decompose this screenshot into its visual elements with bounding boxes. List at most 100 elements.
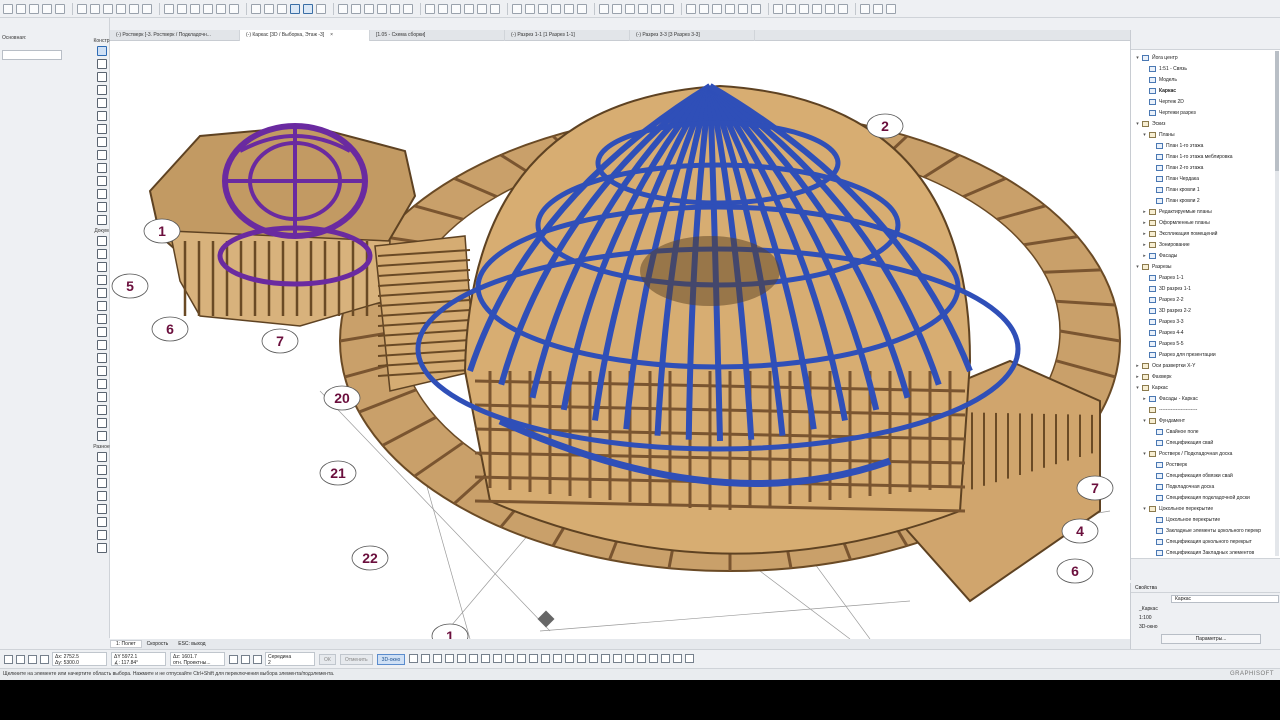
tool-icon[interactable] <box>96 478 107 488</box>
navigator-item[interactable]: Разрез 4-4 <box>1131 327 1280 338</box>
toolbar-button-icon[interactable] <box>786 3 796 14</box>
navigator-item[interactable]: Чертежи разрез <box>1131 107 1280 118</box>
fly-mode-tab[interactable]: 1: Полет <box>110 640 142 648</box>
tool-icon[interactable] <box>96 418 107 428</box>
navigator-item[interactable]: ▸ Фасады - Каркас <box>1131 393 1280 404</box>
navigator-item[interactable]: Разрез 1-1 <box>1131 272 1280 283</box>
navigator-item[interactable]: Цокольное перекрытие <box>1131 514 1280 525</box>
tool-icon[interactable] <box>96 98 107 108</box>
view-option-icon[interactable] <box>481 653 491 663</box>
tool-icon[interactable] <box>96 366 107 376</box>
navigator-item[interactable]: Разрез для презентации <box>1131 349 1280 360</box>
3d-viewport[interactable]: 1 2 4 5 6 6 7 7 20 21 22 1 <box>110 41 1130 639</box>
toolbar-button-icon[interactable] <box>290 3 300 14</box>
tool-icon[interactable] <box>96 236 107 246</box>
toolbar-button-icon[interactable] <box>564 3 574 14</box>
toolbar-button-icon[interactable] <box>264 3 274 14</box>
navigator-item[interactable]: Спецификация Закладных элементов <box>1131 547 1280 558</box>
toolbar-button-icon[interactable] <box>403 3 413 14</box>
expand-toggle-icon[interactable]: ▸ <box>1135 363 1140 369</box>
view-option-icon[interactable] <box>601 653 611 663</box>
cancel-button[interactable]: Отменить <box>339 653 373 665</box>
tool-icon[interactable] <box>96 72 107 82</box>
speed-control[interactable]: Скорость <box>142 641 174 647</box>
navigator-item[interactable]: ▸ Зонирование <box>1131 239 1280 250</box>
view-option-icon[interactable] <box>589 653 599 663</box>
navigator-item[interactable]: ▾ Ростверк / Подкладочная доска <box>1131 448 1280 459</box>
tool-icon[interactable] <box>96 517 107 527</box>
properties-name-field[interactable]: Каркас <box>1171 595 1279 603</box>
check-icon[interactable] <box>241 654 250 664</box>
tool-icon[interactable] <box>96 465 107 475</box>
tab-section-3-3[interactable]: (-) Разрез 3-3 [3 Разрез 3-3] <box>630 30 755 41</box>
toolbar-button-icon[interactable] <box>886 3 896 14</box>
tool-icon[interactable] <box>96 431 107 441</box>
arrow-tool-icon[interactable] <box>96 46 107 56</box>
expand-toggle-icon[interactable]: ▾ <box>1135 264 1140 270</box>
navigator-item[interactable]: План Чердака <box>1131 173 1280 184</box>
navigator-item[interactable]: Разрез 2-2 <box>1131 294 1280 305</box>
toolbar-button-icon[interactable] <box>551 3 561 14</box>
toolbar-button-icon[interactable] <box>16 3 26 14</box>
toolbar-button-icon[interactable] <box>512 3 522 14</box>
tool-icon[interactable] <box>96 452 107 462</box>
expand-toggle-icon[interactable]: ▸ <box>1142 396 1147 402</box>
tool-icon[interactable] <box>96 340 107 350</box>
view-option-icon[interactable] <box>613 653 623 663</box>
toolbar-button-icon[interactable] <box>351 3 361 14</box>
3d-window-button[interactable]: 3D-окно <box>376 653 406 665</box>
toolbar-button-icon[interactable] <box>438 3 448 14</box>
toolbar-button-icon[interactable] <box>77 3 87 14</box>
snap-icon[interactable] <box>229 654 238 664</box>
navigator-item[interactable]: 3D разрез 1-1 <box>1131 283 1280 294</box>
delta-z-field[interactable]: Δz: 1601.7 отн. Проектны... <box>170 652 225 666</box>
toolbar-button-icon[interactable] <box>216 3 226 14</box>
view-option-icon[interactable] <box>577 653 587 663</box>
expand-toggle-icon[interactable]: ▾ <box>1135 55 1140 61</box>
navigator-item[interactable]: ▾ Планы <box>1131 129 1280 140</box>
navigator-item[interactable]: Спецификация обвязки свай <box>1131 470 1280 481</box>
toolbar-button-icon[interactable] <box>599 3 609 14</box>
toolbar-button-icon[interactable] <box>751 3 761 14</box>
ok-button[interactable]: ОК <box>319 653 336 665</box>
navigator-item[interactable]: Закладные элементы цокольного перекр <box>1131 525 1280 536</box>
toolbar-button-icon[interactable] <box>164 3 174 14</box>
toolbar-button-icon[interactable] <box>773 3 783 14</box>
toolbar-button-icon[interactable] <box>316 3 326 14</box>
tool-icon[interactable] <box>96 504 107 514</box>
navigator-item[interactable]: Каркас <box>1131 85 1280 96</box>
expand-toggle-icon[interactable]: ▸ <box>1142 231 1147 237</box>
view-option-icon[interactable] <box>493 653 503 663</box>
toolbar-button-icon[interactable] <box>177 3 187 14</box>
toolbar-button-icon[interactable] <box>425 3 435 14</box>
expand-toggle-icon[interactable]: ▸ <box>1142 253 1147 259</box>
navigator-item[interactable]: Спецификация подкладочной доски <box>1131 492 1280 503</box>
view-option-icon[interactable] <box>433 653 443 663</box>
navigator-item[interactable]: Подкладочная доска <box>1131 481 1280 492</box>
navigator-item[interactable]: ▸ Фахверк <box>1131 371 1280 382</box>
toolbar-button-icon[interactable] <box>390 3 400 14</box>
navigator-item[interactable]: ▸ Редактируемые планы <box>1131 206 1280 217</box>
toolbar-button-icon[interactable] <box>738 3 748 14</box>
navigator-scrollbar[interactable] <box>1275 51 1279 556</box>
layer-icon[interactable] <box>28 654 37 664</box>
expand-toggle-icon[interactable]: ▾ <box>1135 121 1140 127</box>
close-tab-icon[interactable]: × <box>330 32 333 38</box>
tool-icon[interactable] <box>96 59 107 69</box>
toolbar-button-icon[interactable] <box>116 3 126 14</box>
navigator-item[interactable]: План кровли 2 <box>1131 195 1280 206</box>
pointer-icon[interactable] <box>4 654 13 664</box>
expand-toggle-icon[interactable]: ▸ <box>1142 209 1147 215</box>
pencil-icon[interactable] <box>16 654 25 664</box>
camera-marker[interactable] <box>537 610 555 628</box>
snap-mode-select[interactable]: Середина 2 <box>265 652 315 666</box>
tool-icon[interactable] <box>96 124 107 134</box>
navigator-item[interactable]: План 1-го этажа <box>1131 140 1280 151</box>
navigator-item[interactable]: Разрез 3-3 <box>1131 316 1280 327</box>
tool-icon[interactable] <box>96 111 107 121</box>
navigator-item[interactable]: ----------------------- <box>1131 404 1280 415</box>
toolbar-button-icon[interactable] <box>103 3 113 14</box>
toolbar-button-icon[interactable] <box>277 3 287 14</box>
navigator-item[interactable]: ▾ Каркас <box>1131 382 1280 393</box>
tab-rostverk[interactable]: (-) Ростверк [-3. Ростверк / Подкладочн.… <box>110 30 240 41</box>
